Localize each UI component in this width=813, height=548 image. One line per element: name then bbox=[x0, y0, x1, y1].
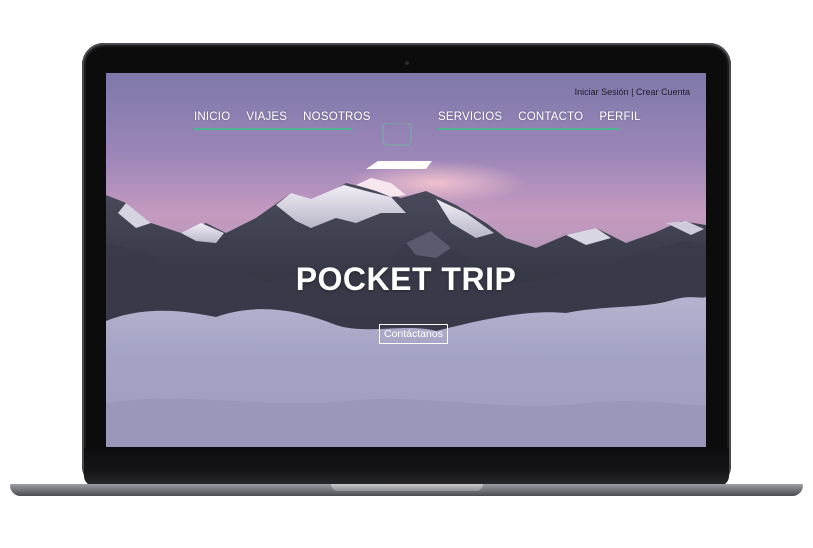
auth-links: Iniciar Sesión | Crear Cuenta bbox=[575, 87, 690, 97]
nav-left-group: INICIO VIAJES NOSOTROS bbox=[194, 111, 387, 123]
laptop-camera bbox=[405, 61, 409, 65]
nav-left-underline bbox=[194, 128, 352, 130]
signup-link[interactable]: Crear Cuenta bbox=[636, 87, 690, 97]
laptop-hinge-notch bbox=[331, 484, 483, 491]
nav-item-inicio[interactable]: INICIO bbox=[194, 111, 230, 123]
laptop-chin bbox=[84, 448, 729, 486]
nav-item-contacto[interactable]: CONTACTO bbox=[518, 111, 583, 123]
contact-button[interactable]: Contáctanos bbox=[379, 324, 448, 344]
site-logo-icon[interactable] bbox=[366, 123, 444, 169]
nav-right-underline bbox=[438, 128, 620, 130]
auth-separator: | bbox=[628, 87, 636, 97]
hero-title: POCKET TRIP bbox=[295, 261, 517, 297]
nav-item-servicios[interactable]: SERVICIOS bbox=[438, 111, 502, 123]
login-link[interactable]: Iniciar Sesión bbox=[575, 87, 629, 97]
main-nav: INICIO VIAJES NOSOTROS SERVICIOS CONTACT… bbox=[106, 111, 706, 169]
nav-item-nosotros[interactable]: NOSOTROS bbox=[303, 111, 370, 123]
nav-item-viajes[interactable]: VIAJES bbox=[246, 111, 287, 123]
website-screen: Iniciar Sesión | Crear Cuenta INICIO VIA… bbox=[106, 73, 706, 447]
nav-right-group: SERVICIOS CONTACTO PERFIL bbox=[438, 111, 657, 123]
nav-item-perfil[interactable]: PERFIL bbox=[599, 111, 640, 123]
